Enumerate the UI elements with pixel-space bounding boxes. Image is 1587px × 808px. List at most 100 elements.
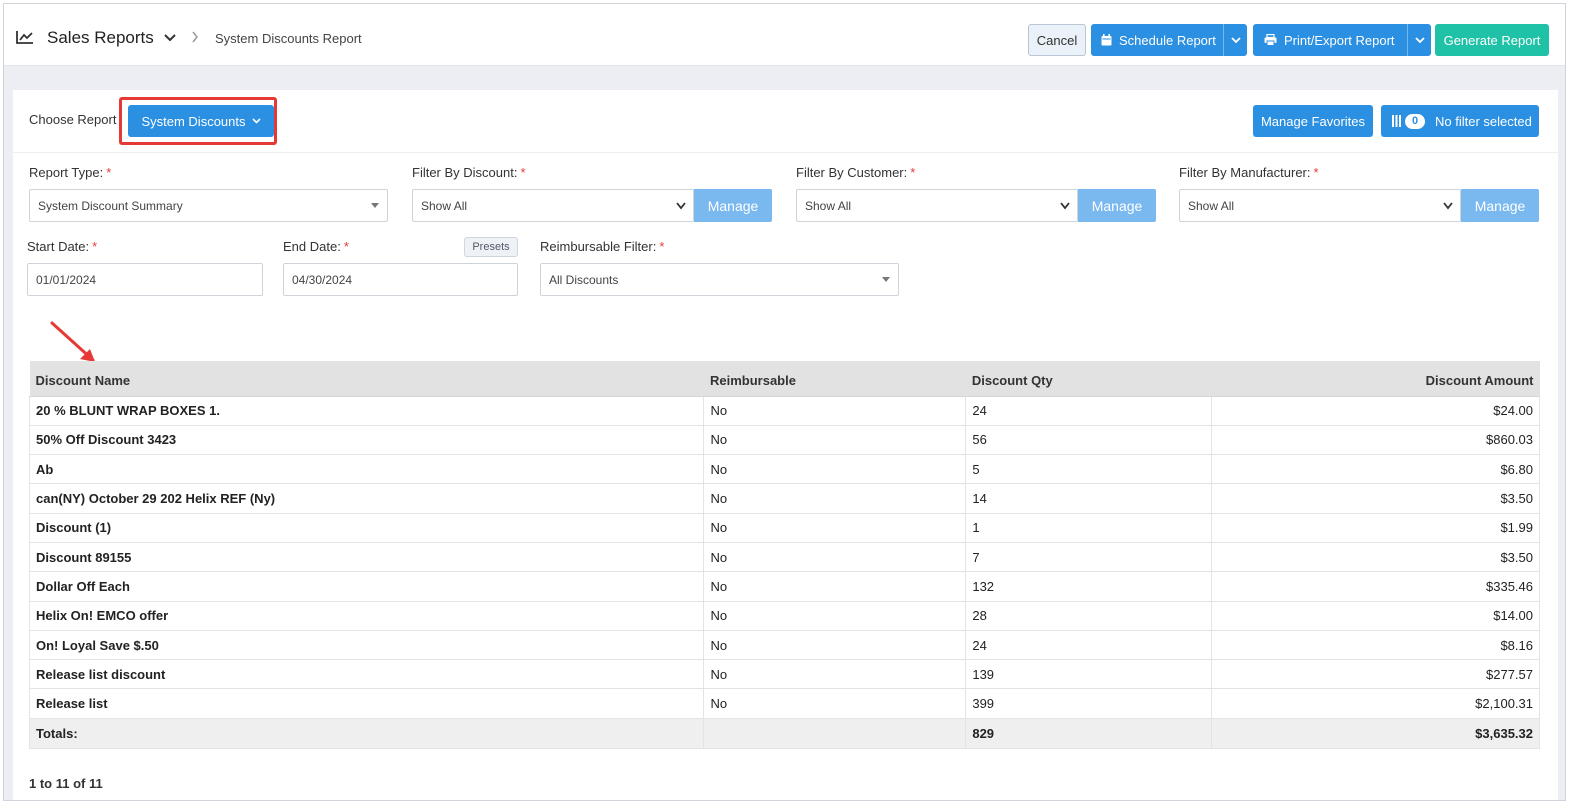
breadcrumb-separator-icon: [192, 31, 198, 43]
table-row[interactable]: 50% Off Discount 3423 No 56 $860.03: [28, 424, 1540, 456]
column-header-discount-name[interactable]: Discount Name: [29, 361, 704, 397]
table-row[interactable]: Release list discount No 139 $277.57: [28, 659, 1540, 690]
line-chart-icon: [16, 31, 33, 44]
filter-columns-icon: [1392, 115, 1401, 127]
cell-reimbursable: No: [703, 688, 967, 719]
end-date-value: 04/30/2024: [292, 272, 353, 287]
filter-customer-label: Filter By Customer: *: [796, 165, 915, 180]
cell-discount-name: Release list discount: [28, 659, 705, 690]
schedule-report-label: Schedule Report: [1119, 32, 1216, 48]
top-bar: Sales Reports System Discounts Report Ca…: [4, 4, 1565, 66]
discount-report-table: Discount Name Reimbursable Discount Qty …: [28, 361, 1540, 749]
table-row[interactable]: Dollar Off Each No 132 $335.46: [28, 571, 1540, 602]
cancel-button-label: Cancel: [1036, 32, 1078, 48]
manage-customer-button[interactable]: Manage: [1078, 189, 1156, 222]
table-row[interactable]: Helix On! EMCO offer No 28 $14.00: [28, 600, 1540, 631]
required-mark: *: [910, 165, 916, 180]
start-date-label-text: Start Date:: [27, 239, 90, 254]
table-row[interactable]: can(NY) October 29 202 Helix REF (Ny) No 1…: [28, 483, 1540, 514]
cell-discount-qty: 24: [965, 395, 1213, 426]
schedule-report-button[interactable]: Schedule Report: [1091, 24, 1247, 56]
cell-discount-qty: 7: [965, 541, 1213, 573]
cell-discount-name: Discount 89155: [28, 541, 705, 573]
manage-manufacturer-button[interactable]: Manage: [1461, 189, 1539, 222]
table-row[interactable]: Discount 89155 No 7 $3.50: [28, 541, 1540, 573]
cell-reimbursable: No: [703, 571, 967, 602]
manage-customer-label: Manage: [1091, 197, 1143, 214]
filter-discount-label-text: Filter By Discount:: [412, 165, 518, 180]
generate-report-label: Generate Report: [1443, 32, 1541, 48]
chevron-down-icon[interactable]: [164, 34, 176, 42]
table-row[interactable]: Discount (1) No 1 $1.99: [28, 512, 1540, 543]
required-mark: *: [106, 165, 112, 180]
chevron-down-icon: [1060, 202, 1070, 210]
filter-discount-select[interactable]: Show All: [412, 189, 694, 222]
column-header-reimbursable[interactable]: Reimbursable: [703, 361, 966, 397]
cell-discount-amount: $8.16: [1211, 629, 1540, 661]
required-mark: *: [659, 239, 665, 254]
start-date-input[interactable]: 01/01/2024: [27, 263, 263, 296]
report-type-label-text: Report Type:: [29, 165, 104, 180]
manage-discount-label: Manage: [707, 197, 759, 214]
report-card: Choose Report System Discounts Manage Fa…: [13, 90, 1558, 800]
cell-discount-name: On! Loyal Save $.50: [28, 629, 705, 661]
cell-discount-amount: $3.50: [1211, 483, 1540, 514]
column-header-discount-amount[interactable]: Discount Amount: [1211, 361, 1540, 397]
cell-discount-qty: 14: [965, 483, 1213, 514]
manage-discount-button[interactable]: Manage: [694, 189, 772, 222]
schedule-dropdown-toggle[interactable]: [1223, 24, 1247, 56]
breadcrumb-current: System Discounts Report: [215, 31, 362, 46]
filter-customer-select[interactable]: Show All: [796, 189, 1078, 222]
filter-customer-label-text: Filter By Customer:: [796, 165, 908, 180]
report-type-label: Report Type: *: [29, 165, 111, 180]
choose-report-dropdown[interactable]: System Discounts: [128, 105, 274, 137]
filter-manufacturer-select[interactable]: Show All: [1179, 189, 1461, 222]
cell-discount-qty: 56: [965, 424, 1213, 456]
manage-favorites-button[interactable]: Manage Favorites: [1253, 105, 1373, 137]
cell-reimbursable: No: [703, 629, 967, 661]
cell-discount-name: Helix On! EMCO offer: [28, 600, 705, 631]
end-date-input[interactable]: 04/30/2024: [283, 263, 518, 296]
cell-discount-amount: $2,100.31: [1211, 688, 1540, 719]
annotation-arrow-icon: [50, 321, 95, 362]
filter-status-button[interactable]: 0 No filter selected: [1381, 105, 1539, 137]
cell-reimbursable: No: [703, 483, 967, 514]
cell-reimbursable: No: [703, 454, 967, 485]
table-row[interactable]: Release list No 399 $2,100.31: [28, 688, 1540, 719]
chevron-down-icon: [1443, 202, 1453, 210]
totals-label: Totals:: [28, 717, 705, 749]
table-row[interactable]: 20 % BLUNT WRAP BOXES 1. No 24 $24.00: [28, 395, 1540, 426]
manage-favorites-label: Manage Favorites: [1260, 113, 1366, 129]
column-header-discount-qty[interactable]: Discount Qty: [965, 361, 1212, 397]
cell-discount-name: 50% Off Discount 3423: [28, 424, 705, 456]
triangle-down-icon: [882, 277, 890, 282]
cell-discount-qty: 1: [965, 512, 1213, 543]
end-date-label-text: End Date:: [283, 239, 341, 254]
reimbursable-filter-label-text: Reimbursable Filter:: [540, 239, 657, 254]
cell-reimbursable: No: [703, 395, 967, 426]
cancel-button[interactable]: Cancel: [1028, 24, 1086, 56]
report-type-select[interactable]: System Discount Summary: [29, 189, 388, 222]
presets-label: Presets: [472, 241, 510, 253]
cell-discount-amount: $1.99: [1211, 512, 1540, 543]
calendar-icon: [1101, 34, 1112, 46]
cell-discount-amount: $14.00: [1211, 600, 1540, 631]
pagination-summary: 1 to 11 of 11: [29, 776, 103, 791]
cell-discount-qty: 24: [965, 629, 1213, 661]
table-row[interactable]: Ab No 5 $6.80: [28, 454, 1540, 485]
cell-discount-amount: $335.46: [1211, 571, 1540, 602]
cell-reimbursable: No: [703, 600, 967, 631]
generate-report-button[interactable]: Generate Report: [1435, 24, 1549, 56]
totals-qty: 829: [965, 717, 1213, 749]
print-export-button[interactable]: Print/Export Report: [1253, 24, 1431, 56]
cell-reimbursable: No: [703, 424, 967, 456]
table-row[interactable]: On! Loyal Save $.50 No 24 $8.16: [28, 629, 1540, 661]
chevron-down-icon: [251, 118, 261, 124]
chevron-down-icon: [1414, 36, 1425, 43]
cell-discount-amount: $3.50: [1211, 541, 1540, 573]
print-dropdown-toggle[interactable]: [1407, 24, 1431, 56]
cell-discount-qty: 139: [965, 659, 1213, 690]
app-title[interactable]: Sales Reports: [47, 28, 154, 48]
presets-button[interactable]: Presets: [464, 237, 518, 257]
reimbursable-filter-select[interactable]: All Discounts: [540, 263, 899, 296]
